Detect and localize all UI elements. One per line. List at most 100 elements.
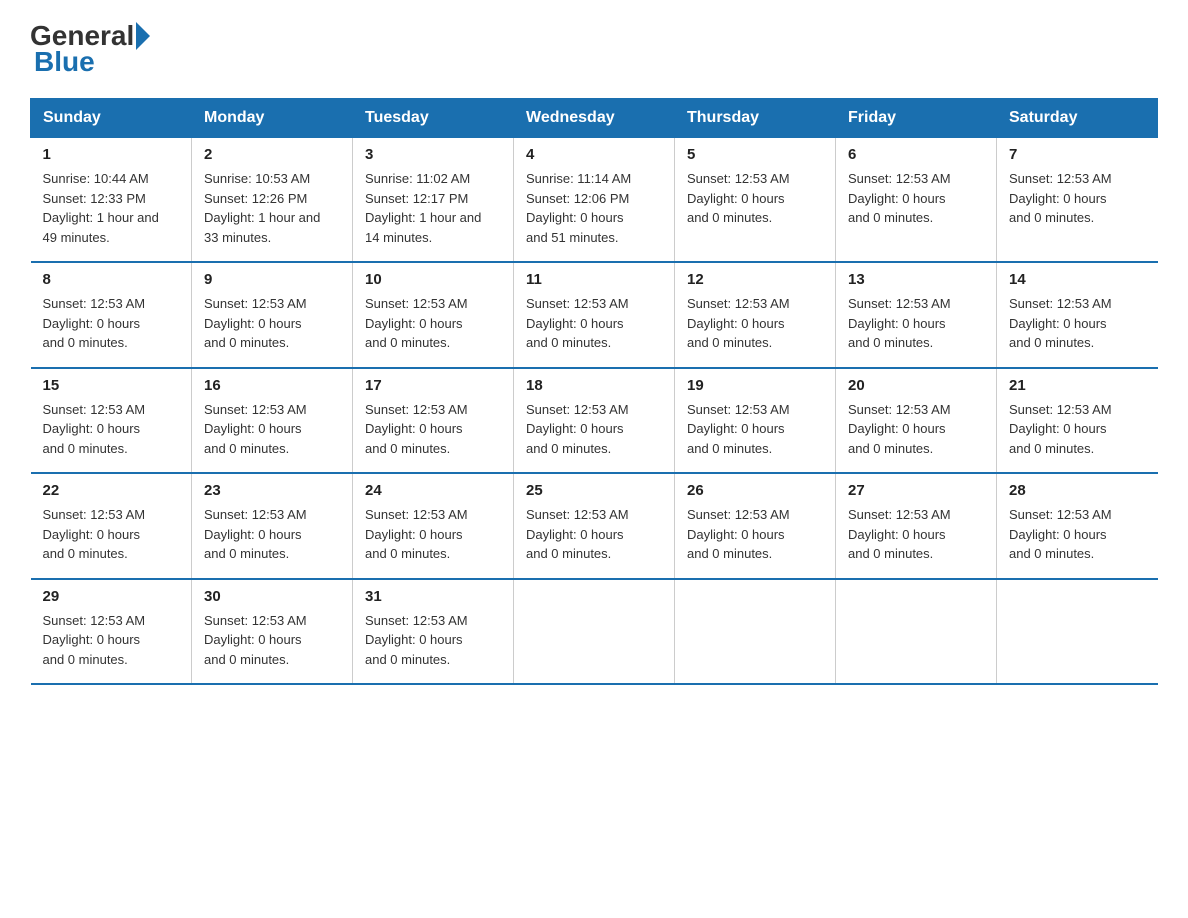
day-info: Sunset: 12:53 AMDaylight: 0 hoursand 0 m… [687, 505, 823, 564]
day-number: 9 [204, 271, 340, 288]
day-info: Sunset: 12:53 AMDaylight: 0 hoursand 0 m… [526, 400, 662, 459]
calendar-body: 1 Sunrise: 10:44 AMSunset: 12:33 PMDaylig… [31, 138, 1158, 685]
calendar-day-cell: 6 Sunset: 12:53 AMDaylight: 0 hoursand 0 … [836, 138, 997, 263]
day-info: Sunset: 12:53 AMDaylight: 0 hoursand 0 m… [1009, 505, 1146, 564]
calendar-day-cell: 1 Sunrise: 10:44 AMSunset: 12:33 PMDaylig… [31, 138, 192, 263]
day-info: Sunset: 12:53 AMDaylight: 0 hoursand 0 m… [1009, 400, 1146, 459]
calendar-day-cell: 23 Sunset: 12:53 AMDaylight: 0 hoursand 0… [192, 473, 353, 579]
day-number: 2 [204, 146, 340, 163]
day-number: 16 [204, 377, 340, 394]
day-of-week-header: Thursday [675, 99, 836, 138]
logo-triangle-icon [136, 22, 150, 50]
day-number: 5 [687, 146, 823, 163]
day-info: Sunset: 12:53 AMDaylight: 0 hoursand 0 m… [526, 505, 662, 564]
calendar-day-cell: 27 Sunset: 12:53 AMDaylight: 0 hoursand 0… [836, 473, 997, 579]
day-number: 18 [526, 377, 662, 394]
calendar-day-cell [675, 579, 836, 685]
calendar-day-cell: 31 Sunset: 12:53 AMDaylight: 0 hoursand 0… [353, 579, 514, 685]
day-info: Sunset: 12:53 AMDaylight: 0 hoursand 0 m… [848, 400, 984, 459]
day-number: 15 [43, 377, 180, 394]
calendar-day-cell: 18 Sunset: 12:53 AMDaylight: 0 hoursand 0… [514, 368, 675, 474]
calendar-day-cell: 10Sunset: 12:53 AMDaylight: 0 hoursand 0… [353, 262, 514, 368]
day-info: Sunset: 12:53 AMDaylight: 0 hoursand 0 m… [687, 169, 823, 228]
day-info: Sunset: 12:53 AMDaylight: 0 hoursand 0 m… [204, 294, 340, 353]
calendar-day-cell: 13Sunset: 12:53 AMDaylight: 0 hoursand 0… [836, 262, 997, 368]
day-of-week-header: Monday [192, 99, 353, 138]
calendar-day-cell: 24 Sunset: 12:53 AMDaylight: 0 hoursand 0… [353, 473, 514, 579]
calendar-day-cell: 21 Sunset: 12:53 AMDaylight: 0 hoursand 0… [997, 368, 1158, 474]
day-number: 27 [848, 482, 984, 499]
day-number: 13 [848, 271, 984, 288]
day-number: 31 [365, 588, 501, 605]
day-info: Sunset: 12:53 AMDaylight: 0 hoursand 0 m… [43, 400, 180, 459]
calendar-day-cell: 8Sunset: 12:53 AMDaylight: 0 hoursand 0 … [31, 262, 192, 368]
calendar-day-cell: 17 Sunset: 12:53 AMDaylight: 0 hoursand 0… [353, 368, 514, 474]
day-info: Sunset: 12:53 AMDaylight: 0 hoursand 0 m… [204, 505, 340, 564]
calendar-day-cell: 15 Sunset: 12:53 AMDaylight: 0 hoursand 0… [31, 368, 192, 474]
day-number: 19 [687, 377, 823, 394]
logo: General Blue [30, 20, 150, 78]
day-info: Sunrise: 11:02 AMSunset: 12:17 PMDayligh… [365, 169, 501, 247]
calendar-day-cell: 3 Sunrise: 11:02 AMSunset: 12:17 PMDaylig… [353, 138, 514, 263]
calendar-week-row: 15 Sunset: 12:53 AMDaylight: 0 hoursand 0… [31, 368, 1158, 474]
day-info: Sunset: 12:53 AMDaylight: 0 hoursand 0 m… [43, 611, 180, 670]
day-number: 3 [365, 146, 501, 163]
calendar-day-cell: 11 Sunset: 12:53 AMDaylight: 0 hoursand 0… [514, 262, 675, 368]
day-number: 17 [365, 377, 501, 394]
page-header: General Blue [30, 20, 1158, 78]
day-info: Sunset: 12:53 AMDaylight: 0 hoursand 0 m… [848, 505, 984, 564]
calendar-week-row: 22 Sunset: 12:53 AMDaylight: 0 hoursand 0… [31, 473, 1158, 579]
day-info: Sunset: 12:53 AMDaylight: 0 hoursand 0 m… [204, 400, 340, 459]
calendar-day-cell [836, 579, 997, 685]
day-info: Sunrise: 11:14 AMSunset: 12:06 PMDayligh… [526, 169, 662, 247]
calendar-day-cell: 22 Sunset: 12:53 AMDaylight: 0 hoursand 0… [31, 473, 192, 579]
calendar-day-cell: 26Sunset: 12:53 AMDaylight: 0 hoursand 0… [675, 473, 836, 579]
day-number: 22 [43, 482, 180, 499]
day-of-week-header: Tuesday [353, 99, 514, 138]
day-number: 7 [1009, 146, 1146, 163]
day-number: 11 [526, 271, 662, 288]
logo-blue-text: Blue [34, 46, 95, 78]
day-info: Sunset: 12:53 AMDaylight: 0 hoursand 0 m… [365, 611, 501, 670]
day-number: 21 [1009, 377, 1146, 394]
day-number: 4 [526, 146, 662, 163]
day-info: Sunrise: 10:44 AMSunset: 12:33 PMDayligh… [43, 169, 180, 247]
day-number: 6 [848, 146, 984, 163]
day-of-week-header: Saturday [997, 99, 1158, 138]
day-number: 30 [204, 588, 340, 605]
calendar-day-cell: 29 Sunset: 12:53 AMDaylight: 0 hoursand 0… [31, 579, 192, 685]
day-number: 1 [43, 146, 180, 163]
day-number: 24 [365, 482, 501, 499]
day-number: 14 [1009, 271, 1146, 288]
calendar-day-cell [997, 579, 1158, 685]
day-info: Sunset: 12:53 AMDaylight: 0 hoursand 0 m… [365, 400, 501, 459]
day-number: 12 [687, 271, 823, 288]
calendar-week-row: 29 Sunset: 12:53 AMDaylight: 0 hoursand 0… [31, 579, 1158, 685]
calendar-day-cell: 14Sunset: 12:53 AMDaylight: 0 hoursand 0… [997, 262, 1158, 368]
day-of-week-header: Sunday [31, 99, 192, 138]
day-info: Sunset: 12:53 AMDaylight: 0 hoursand 0 m… [43, 505, 180, 564]
calendar-day-cell: 9 Sunset: 12:53 AMDaylight: 0 hoursand 0 … [192, 262, 353, 368]
day-info: Sunset: 12:53 AMDaylight: 0 hoursand 0 m… [365, 294, 501, 353]
day-number: 20 [848, 377, 984, 394]
day-info: Sunset: 12:53 AMDaylight: 0 hoursand 0 m… [848, 169, 984, 228]
calendar-header-row: SundayMondayTuesdayWednesdayThursdayFrid… [31, 99, 1158, 138]
day-number: 28 [1009, 482, 1146, 499]
day-info: Sunset: 12:53 AMDaylight: 0 hoursand 0 m… [687, 294, 823, 353]
calendar-day-cell: 20 Sunset: 12:53 AMDaylight: 0 hoursand 0… [836, 368, 997, 474]
day-info: Sunset: 12:53 AMDaylight: 0 hoursand 0 m… [365, 505, 501, 564]
day-info: Sunrise: 10:53 AMSunset: 12:26 PMDayligh… [204, 169, 340, 247]
calendar-day-cell: 7 Sunset: 12:53 AMDaylight: 0 hoursand 0 … [997, 138, 1158, 263]
calendar-day-cell: 28 Sunset: 12:53 AMDaylight: 0 hoursand 0… [997, 473, 1158, 579]
day-of-week-header: Wednesday [514, 99, 675, 138]
day-number: 29 [43, 588, 180, 605]
day-info: Sunset: 12:53 AMDaylight: 0 hoursand 0 m… [526, 294, 662, 353]
calendar-week-row: 8 Sunset: 12:53 AMDaylight: 0 hoursand 0 … [31, 262, 1158, 368]
day-number: 25 [526, 482, 662, 499]
day-number: 23 [204, 482, 340, 499]
calendar-day-cell: 16 Sunset: 12:53 AMDaylight: 0 hoursand 0… [192, 368, 353, 474]
day-number: 8 [43, 271, 180, 288]
day-info: Sunset: 12:53 AMDaylight: 0 hoursand 0 m… [1009, 169, 1146, 228]
day-info: Sunset: 12:53 AMDaylight: 0 hoursand 0 m… [687, 400, 823, 459]
calendar-day-cell: 30Sunset: 12:53 AMDaylight: 0 hoursand 0… [192, 579, 353, 685]
